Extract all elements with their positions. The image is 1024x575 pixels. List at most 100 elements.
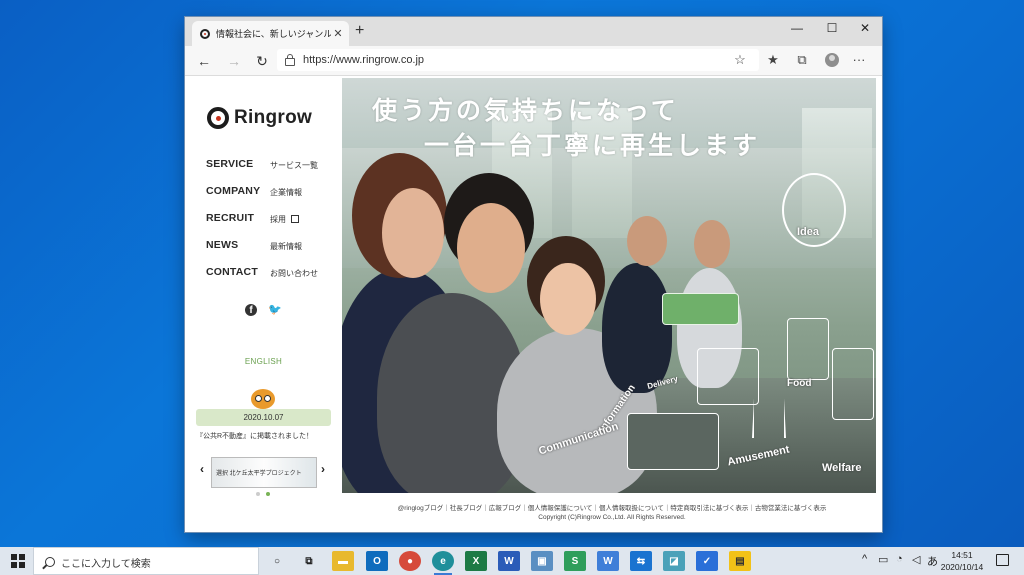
url-text: https://www.ringrow.co.jp: [303, 54, 425, 66]
writer-icon[interactable]: W: [597, 551, 619, 571]
carousel-prev-icon[interactable]: ‹: [200, 462, 204, 476]
project-banner[interactable]: 選択 北ケ丘太平学プロジェクト: [211, 457, 317, 488]
profile-avatar[interactable]: [825, 53, 839, 67]
ringrow-logo-icon: [207, 107, 229, 129]
nav-item-service[interactable]: SERVICE サービス一覧: [206, 158, 336, 185]
hero-headline-2: 一台一台丁寧に再生します: [424, 132, 761, 160]
person-face: [540, 263, 596, 335]
battery-icon[interactable]: ▭: [878, 553, 888, 566]
external-link-icon: [291, 215, 299, 223]
taskbar-search[interactable]: ここに入力して検索: [33, 547, 259, 575]
word-icon[interactable]: W: [498, 551, 520, 571]
news-headline[interactable]: 『公共R不動産』に掲載されました！: [196, 431, 313, 441]
chrome-icon[interactable]: ●: [399, 551, 421, 571]
clock-time: 14:51: [951, 550, 973, 560]
close-window-button[interactable]: ✕: [848, 17, 882, 39]
twitter-icon[interactable]: 🐦: [268, 304, 282, 316]
sticky-notes-icon[interactable]: ▤: [729, 551, 751, 571]
favorites-list-icon[interactable]: ★: [763, 50, 783, 70]
banner-text: 選択 北ケ丘太平学プロジェクト: [216, 471, 302, 477]
nav-item-recruit[interactable]: RECRUIT 採用: [206, 212, 336, 239]
hero-machine: [627, 413, 719, 470]
carousel-dot-active[interactable]: [266, 492, 270, 496]
building-doodle: [697, 348, 759, 405]
nav-label-jp: サービス一覧: [270, 161, 318, 170]
hero-image: 使う方の気持ちになって 一台一台丁寧に再生します Idea Informatio…: [342, 78, 876, 493]
task-view-icon[interactable]: ⧉: [298, 551, 320, 571]
nav-label-en: NEWS: [206, 239, 239, 251]
web-page: Ringrow SERVICE サービス一覧 COMPANY 企業情報 RECR…: [185, 76, 882, 532]
doodle-food: Food: [787, 378, 812, 389]
site-favicon-icon: [200, 28, 210, 39]
nav-label-jp: お問い合わせ: [270, 269, 318, 278]
hero-headline-1: 使う方の気持ちになって: [372, 97, 679, 125]
collections-icon[interactable]: ⧉: [792, 50, 812, 70]
green-app-icon[interactable]: S: [564, 551, 586, 571]
todo-icon[interactable]: ✓: [696, 551, 718, 571]
address-bar[interactable]: https://www.ringrow.co.jp: [277, 49, 759, 71]
wifi-icon[interactable]: ◔: [896, 553, 903, 565]
nav-item-company[interactable]: COMPANY 企業情報: [206, 185, 336, 212]
nav-label-en: COMPANY: [206, 185, 261, 197]
browser-window: 情報社会に、新しいジャンルを創る。 ✕ + — ☐ ✕ ← → ↻ https:…: [185, 17, 882, 532]
tray-chevron-icon[interactable]: ^: [862, 553, 867, 565]
nav-item-news[interactable]: NEWS 最新情報: [206, 239, 336, 266]
new-tab-button[interactable]: +: [355, 22, 364, 40]
windows-start-icon[interactable]: [11, 554, 25, 568]
site-nav: SERVICE サービス一覧 COMPANY 企業情報 RECRUIT 採用 N…: [206, 158, 336, 293]
mascot-icon[interactable]: [249, 387, 277, 411]
minimize-button[interactable]: —: [780, 17, 814, 39]
search-icon: [45, 557, 55, 567]
nav-label-en: SERVICE: [206, 158, 254, 170]
english-link[interactable]: ENGLISH: [185, 357, 342, 366]
building-doodle: [787, 318, 829, 380]
ime-indicator[interactable]: あ: [927, 553, 938, 569]
close-tab-icon[interactable]: ✕: [331, 27, 345, 40]
nav-label-en: RECRUIT: [206, 212, 255, 224]
social-links: f 🐦: [245, 304, 282, 316]
site-logo[interactable]: Ringrow: [207, 107, 312, 129]
news-date: 2020.10.07: [196, 409, 331, 426]
nav-label-en: CONTACT: [206, 266, 258, 278]
outlook-icon[interactable]: O: [366, 551, 388, 571]
nav-label-jp: 最新情報: [270, 242, 302, 251]
taskbar-clock[interactable]: 14:51 2020/10/14: [940, 549, 984, 573]
tab-title: 情報社会に、新しいジャンルを創る。: [216, 29, 331, 39]
favorite-star-icon[interactable]: ☆: [730, 50, 750, 70]
nav-label-jp: 企業情報: [270, 188, 302, 197]
forward-arrow-icon[interactable]: →: [223, 50, 245, 72]
mascot-eye: [264, 395, 271, 402]
person-head: [694, 220, 730, 268]
person-face: [382, 188, 444, 278]
tab-bar: 情報社会に、新しいジャンルを創る。 ✕ + — ☐ ✕: [185, 17, 882, 46]
person-face: [457, 203, 525, 293]
carousel-dot[interactable]: [256, 492, 260, 496]
browser-tab[interactable]: 情報社会に、新しいジャンルを創る。 ✕: [192, 21, 349, 46]
site-sidebar: Ringrow SERVICE サービス一覧 COMPANY 企業情報 RECR…: [185, 76, 342, 532]
file-explorer-icon[interactable]: ▬: [332, 551, 354, 571]
excel-icon[interactable]: X: [465, 551, 487, 571]
teamviewer-icon[interactable]: ⇆: [630, 551, 652, 571]
facebook-icon[interactable]: f: [245, 304, 257, 316]
footer-links[interactable]: @ringlogブログ｜社長ブログ｜広報ブログ｜個人情報保護について｜個人情報取…: [342, 502, 882, 512]
remote-desktop-icon[interactable]: ▣: [531, 551, 553, 571]
doodle-idea: Idea: [797, 226, 820, 238]
back-arrow-icon[interactable]: ←: [193, 50, 215, 72]
more-menu-icon[interactable]: ···: [849, 50, 869, 70]
cortana-icon[interactable]: ○: [266, 551, 288, 571]
carousel-next-icon[interactable]: ›: [321, 462, 325, 476]
maximize-button[interactable]: ☐: [815, 17, 849, 39]
nav-item-contact[interactable]: CONTACT お問い合わせ: [206, 266, 336, 293]
logo-text: Ringrow: [234, 107, 313, 128]
lock-icon: [285, 54, 295, 66]
volume-icon[interactable]: ◁: [912, 553, 920, 566]
refresh-icon[interactable]: ↻: [251, 50, 273, 72]
person-head: [627, 216, 667, 266]
mascot-eye: [255, 395, 262, 402]
edge-icon[interactable]: e: [432, 551, 454, 575]
footer-copyright: Copyright (C)Ringrow Co.,Ltd. All Rights…: [538, 514, 686, 521]
teal-app-icon[interactable]: ◪: [663, 551, 685, 571]
clock-date: 2020/10/14: [940, 562, 984, 572]
notification-icon[interactable]: [996, 554, 1009, 566]
doodle-welfare: Welfare: [822, 462, 862, 474]
